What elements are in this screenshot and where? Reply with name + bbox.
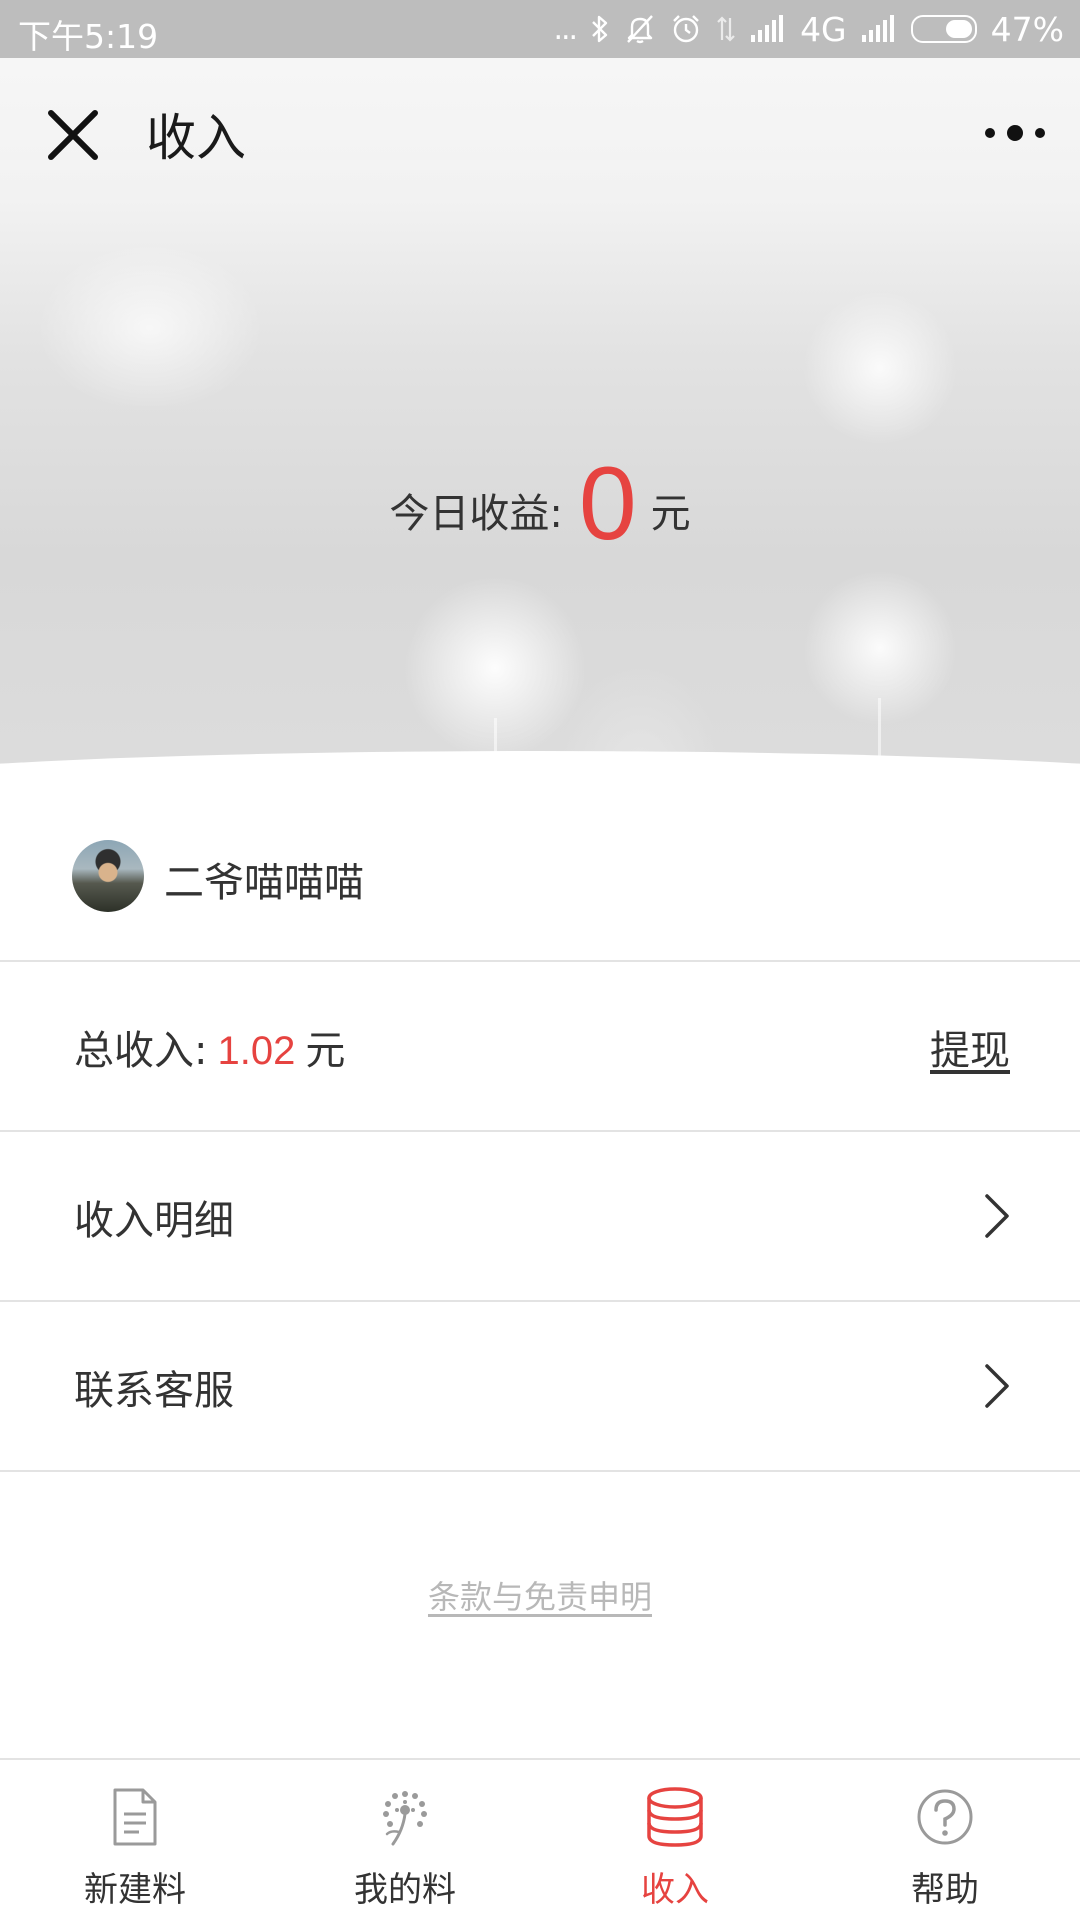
alarm-icon xyxy=(673,15,699,43)
terms-link[interactable]: 条款与免责申明 xyxy=(0,1572,1080,1618)
signal-icon xyxy=(861,15,894,42)
tab-new-material[interactable]: 新建料 xyxy=(0,1760,270,1922)
close-icon[interactable] xyxy=(38,100,108,170)
document-icon xyxy=(113,1788,157,1846)
chevron-right-icon xyxy=(985,1194,1009,1238)
income-details-label: 收入明细 xyxy=(74,1198,234,1244)
total-income: 总收入: 1.02 元 xyxy=(74,1018,345,1076)
battery-level xyxy=(945,20,972,38)
battery-icon xyxy=(910,15,977,43)
status-icons: ... 4G 47% xyxy=(553,7,1064,51)
tab-help[interactable]: 帮助 xyxy=(810,1760,1080,1922)
withdraw-link[interactable]: 提现 xyxy=(930,1018,1010,1076)
tab-label: 我的料 xyxy=(354,1870,456,1910)
chevron-right-icon xyxy=(985,1364,1009,1408)
bluetooth-icon xyxy=(592,15,608,43)
battery-percent: 47% xyxy=(990,9,1064,49)
mute-icon xyxy=(627,15,653,44)
today-earnings: 今日收益: 0 元 xyxy=(0,445,1080,564)
tab-income[interactable]: 收入 xyxy=(540,1760,810,1922)
today-earnings-value: 0 xyxy=(578,446,637,562)
data-arrows-icon xyxy=(717,16,735,42)
tab-label: 帮助 xyxy=(911,1870,979,1910)
coins-icon xyxy=(647,1787,703,1847)
total-income-label: 总收入: xyxy=(74,1028,208,1074)
signal-icon xyxy=(751,15,784,42)
page-title: 收入 xyxy=(146,109,246,167)
username: 二爷喵喵喵 xyxy=(164,860,364,906)
network-type: 4G xyxy=(800,9,847,49)
income-details-row[interactable]: 收入明细 xyxy=(0,1132,1080,1302)
tab-my-material[interactable]: 我的料 xyxy=(270,1760,540,1922)
status-bar: 下午5:19 ... 4G 47% xyxy=(0,0,1080,58)
user-row: 二爷喵喵喵 xyxy=(0,820,1080,962)
terms-link-label[interactable]: 条款与免责申明 xyxy=(428,1578,652,1616)
dandelion-icon xyxy=(383,1791,427,1846)
today-earnings-label: 今日收益: xyxy=(389,491,563,537)
tab-label: 新建料 xyxy=(84,1870,186,1910)
total-income-unit: 元 xyxy=(305,1028,346,1074)
status-time: 下午5:19 xyxy=(18,17,159,56)
total-income-row: 总收入: 1.02 元 提现 xyxy=(0,962,1080,1132)
hero-curve xyxy=(0,751,1080,798)
bottom-tab-bar: 新建料 我的料 收入 帮助 xyxy=(0,1758,1080,1922)
avatar xyxy=(72,840,144,912)
total-income-amount: 1.02 xyxy=(217,1029,296,1073)
contact-support-row[interactable]: 联系客服 xyxy=(0,1302,1080,1472)
contact-support-label: 联系客服 xyxy=(74,1368,234,1414)
tab-label: 收入 xyxy=(641,1870,709,1910)
more-notifications-icon: ... xyxy=(553,11,578,47)
more-icon[interactable] xyxy=(980,112,1050,154)
today-earnings-unit: 元 xyxy=(650,491,691,537)
help-icon xyxy=(917,1789,973,1845)
